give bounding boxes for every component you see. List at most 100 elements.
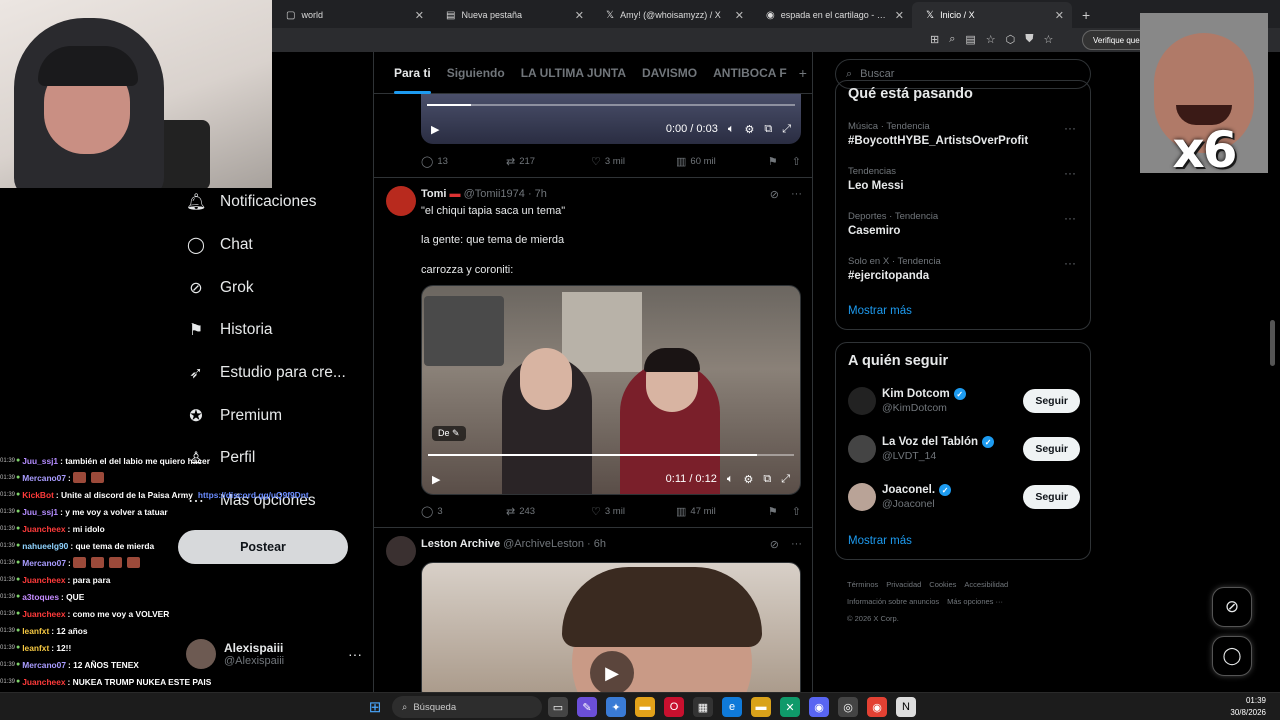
reading-icon[interactable]: ▤ <box>965 33 975 46</box>
folder-icon[interactable]: ▬ <box>751 697 771 717</box>
follow-suggestion[interactable]: La Voz del Tablón ✓ @LVDT_14 Seguir <box>848 431 1080 467</box>
share-icon[interactable]: ⇧ <box>792 505 801 518</box>
tweet-video[interactable]: De ✎ ▶ 0:11 / 0:12 🔈︎ ⚙ ⧉ ⤢ <box>421 285 801 495</box>
footer-link[interactable]: Accesibilidad <box>964 580 1008 589</box>
notion-icon[interactable]: N <box>896 697 916 717</box>
popout-icon[interactable]: ⧉ <box>763 473 771 486</box>
repost-button[interactable]: ⇄ 243 <box>506 505 591 518</box>
nav-item-estudio-para-cre-[interactable]: ➶ Estudio para cre... <box>186 358 346 388</box>
footer-link[interactable]: Más opciones ··· <box>947 597 1003 606</box>
grok-icon[interactable]: ⊘ <box>770 538 779 551</box>
tab-google-search[interactable]: ◉espada en el cartilago - Buscar con✕ <box>752 2 912 28</box>
add-tab-icon[interactable]: + <box>799 65 807 81</box>
trend-item[interactable]: Tendencias Leo Messi ··· <box>848 166 1080 192</box>
messages-fab[interactable]: ◯ <box>1212 636 1252 676</box>
close-icon[interactable]: ✕ <box>575 9 584 22</box>
extensions-icon[interactable]: ⬡ <box>1006 33 1016 46</box>
zoom-icon[interactable]: ⌕ <box>949 33 955 46</box>
edge-icon[interactable]: e <box>722 697 742 717</box>
tab-nueva-pestana[interactable]: ▤ Nueva pestaña ✕ <box>432 2 592 28</box>
trends-show-more[interactable]: Mostrar más <box>848 305 912 317</box>
share-icon[interactable]: ⇧ <box>792 155 801 168</box>
settings-icon[interactable]: ⚙ <box>744 123 754 136</box>
play-icon[interactable]: ▶ <box>431 123 439 136</box>
follow-suggestion[interactable]: Joaconel. ✓ @Joaconel Seguir <box>848 479 1080 515</box>
footer-link[interactable]: Términos <box>847 580 878 589</box>
reply-button[interactable]: ◯ 3 <box>421 505 506 518</box>
favorite-star-icon[interactable]: ☆ <box>986 33 996 46</box>
nav-item-premium[interactable]: ✪ Premium <box>186 401 282 431</box>
nav-item-historia[interactable]: ⚑ Historia <box>186 315 273 345</box>
more-icon[interactable]: ··· <box>791 538 802 551</box>
windows-start-icon[interactable]: ⊞ <box>366 698 384 716</box>
video-progress[interactable] <box>427 104 795 106</box>
volume-icon[interactable]: 🔈︎ <box>727 473 734 486</box>
popout-icon[interactable]: ⧉ <box>764 123 772 136</box>
play-icon[interactable]: ▶ <box>432 473 440 486</box>
reply-button[interactable]: ◯ 13 <box>421 155 506 168</box>
scrollbar[interactable] <box>1270 320 1275 366</box>
tab-davismo[interactable]: DAVISMO <box>634 52 705 94</box>
split-screen-icon[interactable]: ⊞ <box>930 33 939 46</box>
video-progress[interactable] <box>428 454 794 456</box>
more-icon[interactable]: ··· <box>1064 121 1076 135</box>
trend-item[interactable]: Música · Tendencia #BoycottHYBE_ArtistsOv… <box>848 121 1080 147</box>
follow-button[interactable]: Seguir <box>1023 389 1080 413</box>
more-icon[interactable]: ··· <box>791 188 802 201</box>
close-icon[interactable]: ✕ <box>415 9 424 22</box>
tab-siguiendo[interactable]: Siguiendo <box>439 52 513 94</box>
close-icon[interactable]: ✕ <box>895 9 904 22</box>
fullscreen-icon[interactable]: ⤢ <box>782 123 791 136</box>
tweet-tomi[interactable]: Tomi ▬ @Tomii1974 · 7h ⊘ ··· "el chiqui t… <box>374 177 812 527</box>
settings-icon[interactable]: ⚙ <box>743 473 753 486</box>
bookmark-icon[interactable]: ⚑ <box>768 155 778 168</box>
more-icon[interactable]: ··· <box>1064 211 1076 225</box>
more-icon[interactable]: ··· <box>1064 256 1076 270</box>
grok-fab[interactable]: ⊘ <box>1212 587 1252 627</box>
repost-button[interactable]: ⇄ 217 <box>506 155 591 168</box>
nav-item-chat[interactable]: ◯ Chat <box>186 230 253 260</box>
follow-show-more[interactable]: Mostrar más <box>848 535 912 547</box>
new-tab-button[interactable]: + <box>1072 2 1100 28</box>
nav-item-grok[interactable]: ⊘ Grok <box>186 273 253 303</box>
bookmark-icon[interactable]: ⚑ <box>768 505 778 518</box>
footer-link[interactable]: Cookies <box>929 580 956 589</box>
tab-antiboca-f[interactable]: ANTIBOCA F <box>705 52 795 94</box>
file-explorer-icon[interactable]: ▬ <box>635 697 655 717</box>
volume-icon[interactable]: 🔈︎ <box>728 123 735 136</box>
xbox-icon[interactable]: ✕ <box>780 697 800 717</box>
like-button[interactable]: ♡ 3 mil <box>591 155 676 168</box>
like-button[interactable]: ♡ 3 mil <box>591 505 676 518</box>
trend-item[interactable]: Solo en X · Tendencia #ejercitopanda ··· <box>848 256 1080 282</box>
close-icon[interactable]: ✕ <box>735 9 744 22</box>
top-video-player[interactable]: ▶ 0:00 / 0:03 🔈︎ ⚙ ⧉ ⤢ <box>421 94 801 144</box>
follow-button[interactable]: Seguir <box>1023 485 1080 509</box>
footer-link[interactable]: Información sobre anuncios <box>847 597 939 606</box>
tweet-leston[interactable]: Leston Archive @ArchiveLeston · 6h ⊘ ··· … <box>374 527 812 692</box>
copilot-icon[interactable]: ✦ <box>606 697 626 717</box>
favorites-icon[interactable]: ☆ <box>1044 33 1054 46</box>
tab-para-ti[interactable]: Para ti <box>386 52 439 94</box>
fullscreen-icon[interactable]: ⤢ <box>781 473 790 486</box>
shield-icon[interactable]: ⛊ <box>1025 33 1033 46</box>
views-button[interactable]: ▥ 60 mil <box>676 155 761 168</box>
pen-app-icon[interactable]: ✎ <box>577 697 597 717</box>
footer-link[interactable]: Privacidad <box>886 580 921 589</box>
avatar[interactable] <box>386 186 416 216</box>
tab-world[interactable]: ▢ world ✕ <box>272 2 432 28</box>
follow-suggestion[interactable]: Kim Dotcom ✓ @KimDotcom Seguir <box>848 383 1080 419</box>
trend-item[interactable]: Deportes · Tendencia Casemiro ··· <box>848 211 1080 237</box>
chat-link[interactable]: https://discord.gg/uQ9f9Dnt <box>198 490 309 500</box>
chrome-icon[interactable]: ◉ <box>867 697 887 717</box>
tab-inicio-x[interactable]: 𝕏 Inicio / X ✕ <box>912 2 1072 28</box>
play-icon[interactable]: ▶ <box>590 651 634 692</box>
more-icon[interactable]: ··· <box>1064 166 1076 180</box>
grok-icon[interactable]: ⊘ <box>770 188 779 201</box>
footer-link[interactable]: © 2026 X Corp. <box>847 614 899 623</box>
views-button[interactable]: ▥ 47 mil <box>676 505 761 518</box>
tab-la-ultima-junta[interactable]: LA ULTIMA JUNTA <box>513 52 634 94</box>
taskbar-search[interactable]: ⌕ Búsqueda <box>392 696 542 718</box>
opera-icon[interactable]: O <box>664 697 684 717</box>
task-view-icon[interactable]: ▭ <box>548 697 568 717</box>
taskbar-clock[interactable]: 01:39 30/8/2026 <box>1230 695 1266 719</box>
